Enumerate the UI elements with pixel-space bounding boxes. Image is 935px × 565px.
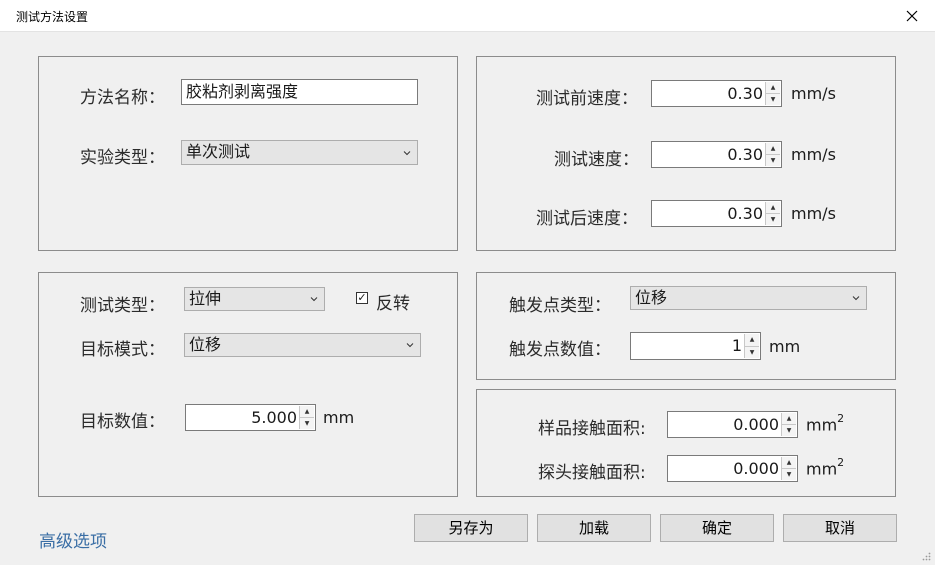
test-speed-spinbox[interactable]: 0.30 ▲ ▼ [651, 141, 782, 168]
sample-area-spinbox[interactable]: 0.000 ▲ ▼ [667, 411, 798, 438]
target-mode-select[interactable]: 位移 [184, 333, 421, 357]
pre-speed-value: 0.30 [727, 84, 763, 103]
target-value-label: 目标数值： [80, 412, 165, 432]
close-icon [906, 10, 918, 21]
spin-down-icon[interactable]: ▼ [745, 345, 759, 358]
spin-up-icon[interactable]: ▲ [782, 413, 796, 424]
trigger-value-value: 1 [731, 336, 742, 355]
method-name-label: 方法名称： [80, 88, 165, 108]
sample-area-label: 样品接触面积: [538, 419, 646, 439]
reverse-label: 反转 [376, 294, 410, 314]
spin-up-icon[interactable]: ▲ [745, 334, 759, 346]
target-value-value: 5.000 [251, 408, 297, 427]
post-speed-label: 测试后速度： [536, 209, 638, 229]
chevron-down-icon [403, 150, 411, 155]
spin-down-icon[interactable]: ▼ [766, 154, 780, 166]
experiment-type-value: 单次测试 [186, 142, 251, 161]
experiment-type-label: 实验类型： [80, 148, 165, 168]
post-speed-unit: mm/s [791, 204, 836, 223]
title-bar: 测试方法设置 [0, 0, 935, 32]
test-speed-value: 0.30 [727, 145, 763, 164]
probe-area-value: 0.000 [733, 459, 779, 478]
advanced-options-link[interactable]: 高级选项 [39, 527, 107, 552]
resize-grip-icon[interactable] [921, 551, 931, 561]
sample-area-unit: mm2 [806, 412, 845, 435]
post-speed-value: 0.30 [727, 204, 763, 223]
trigger-value-unit: mm [769, 337, 801, 356]
probe-area-spinbox[interactable]: 0.000 ▲ ▼ [667, 455, 798, 482]
cancel-button[interactable]: 取消 [783, 514, 897, 542]
sample-area-value: 0.000 [733, 415, 779, 434]
pre-speed-unit: mm/s [791, 84, 836, 103]
target-value-unit: mm [323, 408, 355, 427]
spin-up-icon[interactable]: ▲ [782, 457, 796, 468]
test-speed-label: 测试速度： [554, 150, 639, 170]
close-button[interactable] [889, 0, 935, 31]
probe-area-unit: mm2 [806, 456, 845, 479]
chevron-down-icon [852, 296, 860, 301]
target-mode-value: 位移 [189, 335, 222, 354]
ok-button[interactable]: 确定 [660, 514, 774, 542]
spin-down-icon[interactable]: ▼ [766, 213, 780, 225]
probe-area-label: 探头接触面积: [538, 463, 646, 483]
spin-up-icon[interactable]: ▲ [766, 143, 780, 154]
save-as-button[interactable]: 另存为 [414, 514, 528, 542]
spin-up-icon[interactable]: ▲ [766, 202, 780, 213]
spin-down-icon[interactable]: ▼ [766, 93, 780, 105]
test-type-value: 拉伸 [189, 289, 222, 308]
spin-up-icon[interactable]: ▲ [766, 82, 780, 93]
test-type-label: 测试类型： [80, 296, 165, 316]
pre-speed-spinbox[interactable]: 0.30 ▲ ▼ [651, 80, 782, 107]
spin-up-icon[interactable]: ▲ [300, 406, 314, 417]
test-speed-unit: mm/s [791, 145, 836, 164]
test-type-select[interactable]: 拉伸 [184, 287, 325, 311]
post-speed-spinbox[interactable]: 0.30 ▲ ▼ [651, 200, 782, 227]
trigger-type-value: 位移 [635, 288, 668, 307]
experiment-type-select[interactable]: 单次测试 [181, 140, 418, 165]
spin-down-icon[interactable]: ▼ [300, 417, 314, 429]
trigger-value-label: 触发点数值： [509, 340, 611, 360]
window-title: 测试方法设置 [16, 10, 89, 24]
load-button[interactable]: 加载 [537, 514, 651, 542]
trigger-value-spinbox[interactable]: 1 ▲ ▼ [630, 332, 761, 360]
chevron-down-icon [406, 343, 414, 348]
spin-down-icon[interactable]: ▼ [782, 424, 796, 436]
chevron-down-icon [310, 297, 318, 302]
spin-down-icon[interactable]: ▼ [782, 468, 796, 480]
reverse-checkbox[interactable]: ✓ [356, 292, 368, 304]
trigger-type-select[interactable]: 位移 [630, 286, 867, 310]
pre-speed-label: 测试前速度： [536, 89, 638, 109]
target-mode-label: 目标模式： [80, 340, 165, 360]
trigger-type-label: 触发点类型： [509, 296, 611, 316]
method-name-field[interactable]: 胶粘剂剥离强度 [181, 79, 418, 105]
target-value-spinbox[interactable]: 5.000 ▲ ▼ [185, 404, 316, 431]
